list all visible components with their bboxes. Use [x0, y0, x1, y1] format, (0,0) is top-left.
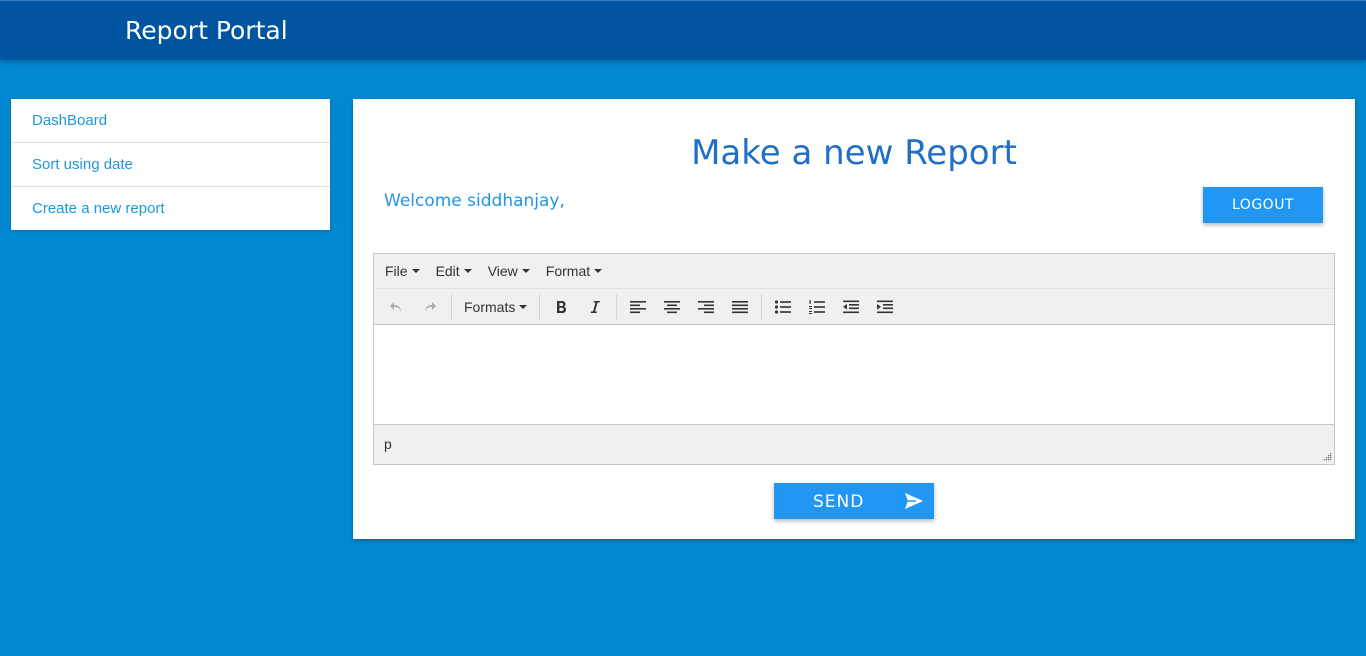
redo-button[interactable]	[413, 293, 447, 321]
caret-down-icon	[521, 269, 530, 273]
outdent-icon	[843, 300, 860, 313]
align-justify-button[interactable]	[723, 293, 757, 321]
sidebar: DashBoard Sort using date Create a new r…	[11, 99, 330, 230]
menu-file-label: File	[385, 263, 408, 279]
send-icon	[905, 493, 923, 509]
send-label: SEND	[813, 492, 865, 512]
editor-toolbar: Formats	[374, 289, 1334, 325]
menu-edit[interactable]: Edit	[430, 263, 478, 279]
toolbar-divider	[539, 293, 541, 320]
editor-statusbar: p	[374, 425, 1334, 463]
redo-icon	[425, 301, 436, 312]
align-center-button[interactable]	[655, 293, 689, 321]
send-button[interactable]: SEND	[774, 483, 934, 519]
resize-handle-icon[interactable]	[1323, 452, 1332, 461]
italic-button[interactable]	[578, 293, 612, 321]
logout-button[interactable]: LOGOUT	[1203, 187, 1323, 223]
caret-down-icon	[594, 269, 603, 273]
numbered-list-icon	[809, 299, 826, 314]
bold-icon	[557, 300, 567, 313]
bold-button[interactable]	[544, 293, 578, 321]
bullet-list-icon	[775, 299, 792, 314]
align-center-icon	[664, 300, 681, 313]
numbered-list-button[interactable]	[800, 293, 834, 321]
sidebar-item-sort-by-date[interactable]: Sort using date	[11, 143, 330, 187]
editor-content-area[interactable]	[374, 325, 1334, 425]
toolbar-divider	[451, 293, 452, 320]
indent-button[interactable]	[868, 293, 902, 321]
outdent-button[interactable]	[834, 293, 868, 321]
element-path[interactable]: p	[384, 436, 392, 452]
undo-icon	[390, 301, 401, 312]
align-justify-icon	[732, 300, 749, 313]
menu-format-label: Format	[545, 263, 591, 279]
app-title[interactable]: Report Portal	[125, 16, 288, 45]
align-left-button[interactable]	[621, 293, 655, 321]
welcome-message: Welcome siddhanjay,	[384, 191, 565, 211]
editor-menubar: File Edit View Format	[374, 254, 1334, 289]
align-left-icon	[630, 300, 647, 313]
caret-down-icon	[411, 269, 420, 273]
align-right-button[interactable]	[689, 293, 723, 321]
menu-edit-label: Edit	[435, 263, 460, 279]
toolbar-divider	[761, 293, 763, 320]
undo-button[interactable]	[379, 293, 413, 321]
report-card: Make a new Report Welcome siddhanjay, LO…	[353, 99, 1355, 539]
bullet-list-button[interactable]	[766, 293, 800, 321]
menu-view[interactable]: View	[482, 263, 536, 279]
italic-icon	[590, 300, 601, 313]
sidebar-item-dashboard[interactable]: DashBoard	[11, 99, 330, 143]
menu-file[interactable]: File	[379, 263, 426, 279]
page-title: Make a new Report	[691, 133, 1017, 173]
menu-format[interactable]: Format	[540, 263, 608, 279]
rich-text-editor: File Edit View Format Formats p	[373, 253, 1335, 465]
indent-icon	[877, 300, 894, 313]
caret-down-icon	[463, 269, 472, 273]
formats-dropdown[interactable]: Formats	[456, 293, 535, 321]
toolbar-divider	[616, 293, 618, 320]
caret-down-icon	[519, 304, 528, 309]
app-header: Report Portal	[0, 0, 1366, 60]
sidebar-item-create-report[interactable]: Create a new report	[11, 187, 330, 230]
align-right-icon	[698, 300, 715, 313]
formats-label: Formats	[464, 298, 516, 315]
menu-view-label: View	[487, 263, 518, 279]
